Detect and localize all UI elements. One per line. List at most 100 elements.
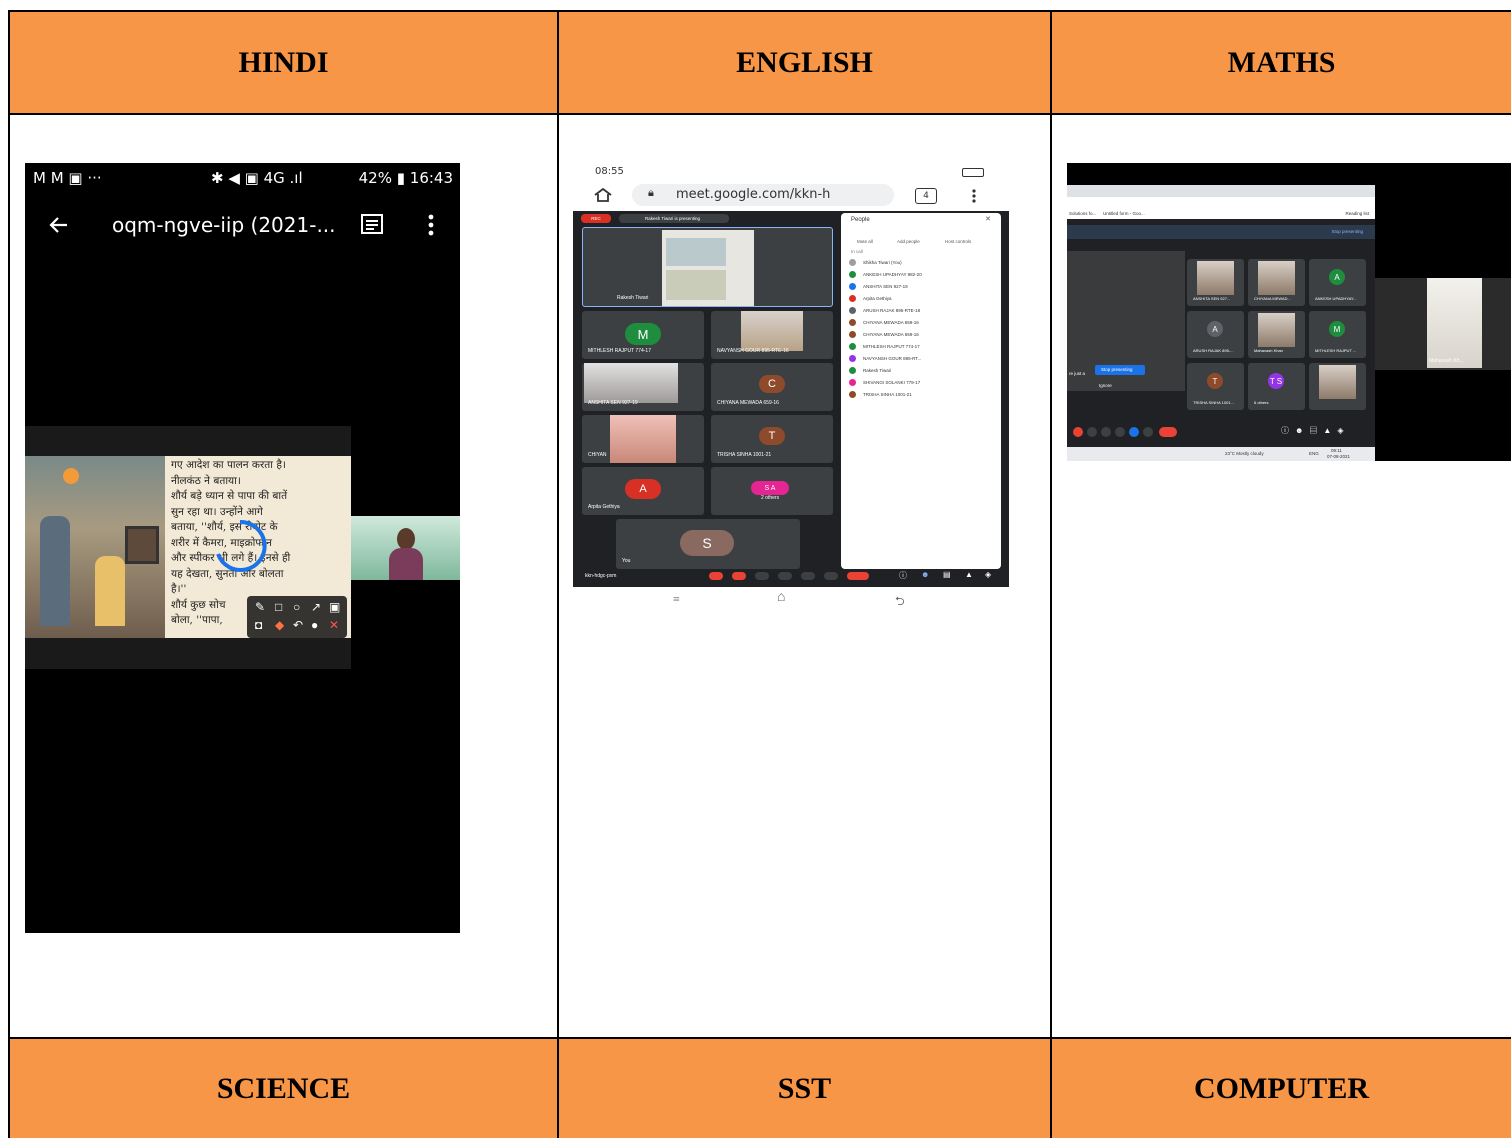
more-options-button[interactable] [824, 572, 838, 580]
camera-toggle-button[interactable] [732, 572, 746, 580]
ignore-link[interactable]: Ignore [1099, 383, 1112, 388]
header-cell-hindi: HINDI [10, 12, 557, 113]
people-list-item[interactable]: CHIYANA MEWADA 659-16 [849, 329, 993, 339]
participant-tile[interactable]: ANSHITA SEN 927-19 [582, 363, 704, 411]
more-options-icon[interactable] [426, 212, 436, 238]
pen-icon[interactable]: ✎ [255, 600, 265, 615]
maths-class-screenshot: Solutions fo... Untitled form - Goo... R… [1067, 163, 1511, 461]
participant-tile[interactable]: Mahavash Khan [1248, 311, 1305, 358]
participant-tile[interactable]: S A 2 others [711, 467, 833, 515]
tab-count-button[interactable]: 4 [915, 188, 937, 204]
participant-name: CHIYAN [588, 452, 607, 458]
participant-tile[interactable] [1309, 363, 1366, 410]
participant-name: ANSHITA SEN 927-19 [588, 400, 638, 406]
participant-name: MITHLESH RAJPUT 774-17 [588, 348, 651, 354]
browser-menu-icon[interactable] [971, 188, 977, 204]
url-bar[interactable]: 🔒︎ meet.google.com/kkn-h [632, 184, 894, 206]
host-controls-icon[interactable]: ◈ [985, 570, 991, 579]
undo-icon[interactable]: ↶ [293, 618, 303, 633]
leave-call-button[interactable] [1159, 427, 1177, 437]
people-list-item[interactable]: MITHLESH RAJPUT 774-17 [849, 341, 993, 351]
mic-toggle-button[interactable] [1073, 427, 1083, 437]
mute-all-button[interactable]: Mute all [857, 239, 873, 244]
back-arrow-icon[interactable] [47, 213, 71, 237]
present-button[interactable] [801, 572, 815, 580]
add-people-button[interactable]: Add people [897, 239, 920, 244]
camera-icon[interactable]: ◘ [255, 618, 262, 633]
screenshot-icon[interactable]: ▣ [329, 600, 340, 615]
person-avatar [849, 390, 856, 398]
palette-icon[interactable]: ● [311, 618, 318, 633]
arrow-icon[interactable]: ↗ [311, 600, 321, 615]
people-list-item[interactable]: ARUSH RAJAK 895-RTE-18 [849, 305, 993, 315]
phone-status-bar: M M ▣ ··· ✱ ◀ ▣ 4G .ıl 42% ▮ 16:43 [33, 169, 453, 189]
people-list-item[interactable]: TRISHA SINHA 1001-21 [849, 389, 993, 399]
home-icon[interactable] [593, 187, 613, 203]
people-list-item[interactable]: NAVYANSH GOUR 895-RT... [849, 353, 993, 363]
presenter-tile[interactable]: Rakesh Tiwari [582, 227, 833, 307]
book-line: गए आदेश का पालन करता है। [171, 459, 286, 471]
reading-list[interactable]: Reading list [1345, 211, 1369, 216]
participant-tile[interactable]: T TRISHA SINHA 1001... [1187, 363, 1244, 410]
people-list-item[interactable]: ANKESH UPADHYAY 982-20 [849, 269, 993, 279]
people-list-item[interactable]: CHIYANA MEWADA 659-16 [849, 317, 993, 327]
chat-icon[interactable]: ▤ [943, 570, 951, 579]
participant-tile[interactable]: A ANKESH UPADHYAY... [1309, 259, 1366, 306]
participant-avatar: A [625, 479, 661, 499]
captions-button[interactable] [755, 572, 769, 580]
present-button[interactable] [1129, 427, 1139, 437]
participant-tile[interactable]: M MITHLESH RAJPUT ... [1309, 311, 1366, 358]
header-label-hindi: HINDI [238, 45, 329, 79]
participant-name: NAVYANSH GOUR 895-RTE-16 [717, 348, 789, 354]
info-icon[interactable]: ⓘ [899, 570, 907, 581]
header-cell-computer: COMPUTER [1052, 1039, 1511, 1138]
meeting-code: kkn-hdgc-pxm [585, 573, 617, 579]
participant-tile[interactable]: C CHIYANA MEWADA 659-16 [711, 363, 833, 411]
stop-presenting-button[interactable]: Stop presenting [1095, 365, 1145, 375]
bookmark-item[interactable]: Untitled form - Goo... [1103, 211, 1145, 216]
participant-tile[interactable]: A ARUSH RAJAK 895-... [1187, 311, 1244, 358]
raise-hand-button[interactable] [1115, 427, 1125, 437]
camera-toggle-button[interactable] [1087, 427, 1097, 437]
browser-tab-strip [1067, 185, 1375, 197]
mic-toggle-button[interactable] [709, 572, 723, 580]
header-cell-science: SCIENCE [10, 1039, 557, 1138]
close-icon[interactable]: ✕ [329, 618, 339, 633]
recents-icon[interactable]: ≡ [673, 592, 680, 607]
people-list-item[interactable]: ANSHITA SEN 927-19 [849, 281, 993, 291]
people-list-item[interactable]: SHIVANGI SOLANKI 779-17 [849, 377, 993, 387]
people-list-item[interactable]: Rakesh Tiwari [849, 365, 993, 375]
participant-tile[interactable]: CHIYAN [582, 415, 704, 463]
participant-tile[interactable]: T S 6 others [1248, 363, 1305, 410]
more-options-button[interactable] [1143, 427, 1153, 437]
leave-call-button[interactable] [847, 572, 869, 580]
participant-tile[interactable]: ANSHITA SEN 927... [1187, 259, 1244, 306]
participant-name: 6 others [1254, 400, 1269, 405]
close-panel-icon[interactable]: ✕ [985, 215, 991, 223]
self-tile[interactable]: S You [616, 519, 800, 569]
home-nav-icon[interactable]: ⌂ [777, 590, 785, 606]
participant-tile[interactable]: NAVYANSH GOUR 895-RTE-16 [711, 311, 833, 359]
captions-button[interactable] [1101, 427, 1111, 437]
participant-tile[interactable]: CHIYANA MEWAD... [1248, 259, 1305, 306]
people-list-item[interactable]: Arpita Gethiya [849, 293, 993, 303]
chat-icon[interactable] [359, 212, 385, 238]
side-tile-name: Mahavash Kh... [1429, 358, 1464, 364]
participant-tile[interactable]: A Arpita Gethiya [582, 467, 704, 515]
circle-icon[interactable]: ○ [293, 600, 300, 615]
people-icon[interactable]: ☻ [921, 570, 929, 579]
participant-tile[interactable]: M MITHLESH RAJPUT 774-17 [582, 311, 704, 359]
participant-tile[interactable]: T TRISHA SINHA 1001-21 [711, 415, 833, 463]
notice-text: re just a [1069, 371, 1086, 376]
activities-icon[interactable]: ▲ [965, 570, 973, 579]
host-controls-button[interactable]: Host controls [945, 239, 971, 244]
raise-hand-button[interactable] [778, 572, 792, 580]
rectangle-icon[interactable]: □ [275, 600, 282, 615]
stop-presenting-link[interactable]: Stop presenting [1331, 229, 1363, 234]
eraser-icon[interactable]: ◆ [275, 618, 284, 633]
side-video-tile: Mahavash Kh... [1375, 278, 1511, 370]
bookmark-item[interactable]: Solutions fo... [1069, 211, 1096, 216]
people-list-item[interactable]: Shikha Tiwari (You) [849, 257, 993, 267]
status-time: 08:55 [595, 166, 624, 177]
back-nav-icon[interactable]: ⮌ [895, 592, 905, 613]
